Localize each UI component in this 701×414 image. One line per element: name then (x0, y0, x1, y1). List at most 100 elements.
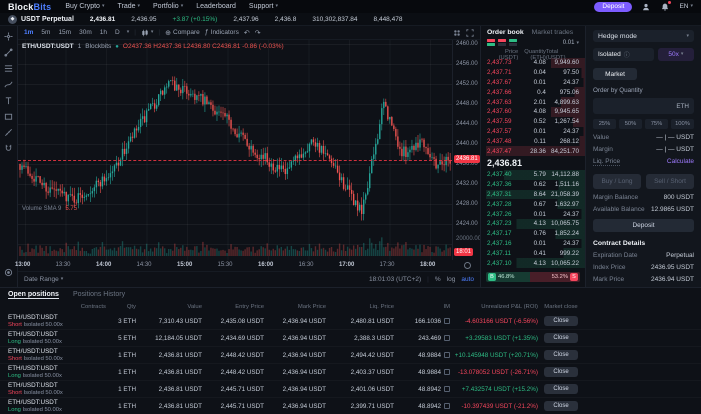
mark-price-row: Mark Price 2436.94 USDT (593, 276, 694, 283)
indicators-button[interactable]: ƒ Indicators (205, 29, 239, 36)
undo-button[interactable]: ↶ (244, 29, 250, 37)
leverage-button[interactable]: 50x ▾ (657, 48, 694, 61)
position-qty: 5 ETH (118, 334, 136, 342)
ask-row[interactable]: 2,437.73 4.08 9,949.60 (481, 58, 585, 68)
bid-row[interactable]: 2,437.10 4.13 10,065.22 (481, 258, 585, 268)
close-position-button[interactable]: Close (544, 367, 578, 377)
order-by-label[interactable]: Order by Quantity (593, 87, 694, 94)
hedge-mode-selector[interactable]: Hedge mode ▾ (593, 30, 694, 42)
bid-row[interactable]: 2,437.26 0.01 24.37 (481, 209, 585, 219)
sell-short-button[interactable]: Sell / Short (646, 174, 694, 189)
log-scale-button[interactable]: log (447, 276, 456, 283)
ask-row[interactable]: 2,437.67 0.01 24.37 (481, 77, 585, 88)
chart-plot-area[interactable]: ETH/USDT:USDT 1 Blockbits ● O2437.36 H24… (18, 40, 452, 260)
bid-row[interactable]: 2,437.16 0.01 24.37 (481, 238, 585, 249)
bid-row[interactable]: 2,437.17 0.76 1,852.24 (481, 228, 585, 239)
timeframe-button[interactable]: 30m (77, 29, 94, 36)
close-position-button[interactable]: Close (544, 350, 578, 360)
percent-scale-button[interactable]: % (435, 276, 441, 283)
candlestick-chart (19, 76, 451, 256)
positions-tab[interactable]: Positions History (73, 291, 125, 299)
bid-row[interactable]: 2,437.36 0.62 1,511.16 (481, 179, 585, 190)
date-range-button[interactable]: Date Range ▾ (24, 276, 63, 283)
redo-button[interactable]: ↷ (255, 29, 261, 37)
text-tool-icon[interactable] (4, 96, 13, 105)
brush-icon[interactable] (4, 80, 13, 89)
deposit-button[interactable]: Deposit (594, 1, 633, 12)
position-row: ETH/USDT:USDT Long Isolated 50.00x 1 ETH… (0, 398, 701, 414)
language-selector[interactable]: EN ▾ (679, 3, 693, 10)
buy-long-button[interactable]: Buy / Long (593, 174, 641, 189)
nav-item[interactable]: Buy Crypto ▾ (65, 3, 104, 10)
user-icon[interactable] (641, 2, 651, 12)
compare-button[interactable]: ⊕ Compare (165, 29, 200, 37)
panel-deposit-button[interactable]: Deposit (593, 219, 694, 232)
timeframe-button[interactable]: 1h (98, 29, 109, 36)
close-position-button[interactable]: Close (544, 316, 578, 326)
time-axis[interactable]: 13:00 13:30 14:00 14:30 15:00 15:30 16:00 16:30… (15, 260, 480, 272)
ask-row[interactable]: 2,437.47 28.36 84,251.70 (481, 146, 585, 156)
precision-selector[interactable]: 0.01 ▾ (563, 40, 579, 46)
legend-symbol[interactable]: ETH/USDT:USDT (22, 43, 74, 50)
timeframe-button[interactable]: D (113, 29, 122, 36)
percent-button[interactable]: 25% (593, 119, 616, 129)
view-bids-icon[interactable] (509, 39, 517, 47)
percent-button[interactable]: 50% (619, 119, 642, 129)
percent-button[interactable]: 100% (671, 119, 694, 129)
chart-type-selector[interactable]: ▾ (141, 29, 153, 37)
timeline-settings-icon[interactable] (464, 262, 471, 269)
ask-row[interactable]: 2,437.59 0.52 1,267.54 (481, 116, 585, 127)
view-both-icon[interactable] (487, 39, 495, 47)
orderbook-tab[interactable]: Order book (487, 29, 524, 36)
bid-row[interactable]: 2,437.11 0.41 999.22 (481, 248, 585, 259)
contract-selector[interactable]: USDT Perpetual (21, 16, 74, 23)
bid-row[interactable]: 2,437.31 8.64 21,058.39 (481, 189, 585, 200)
notifications-bell-icon[interactable] (660, 0, 672, 12)
position-mode: Isolated 50.00x (23, 321, 63, 328)
shapes-icon[interactable] (4, 112, 13, 121)
close-position-button[interactable]: Close (544, 333, 578, 343)
orderbook-tab[interactable]: Market trades (532, 29, 574, 36)
bid-row[interactable]: 2,437.40 5.79 14,112.88 (481, 169, 585, 180)
measure-icon[interactable] (4, 128, 13, 137)
ask-row[interactable]: 2,437.60 4.08 9,945.65 (481, 106, 585, 117)
mid-price[interactable]: 2,436.81 (481, 156, 585, 170)
ask-row[interactable]: 2,437.66 0.4 975.06 (481, 87, 585, 98)
price-axis[interactable]: 2460.00 2456.00 2452.00 2448.00 2444.00 2440.… (452, 40, 481, 260)
nav-item[interactable]: Trade ▾ (117, 3, 140, 10)
pin-icon[interactable] (4, 268, 13, 277)
logo[interactable]: BlockBits (8, 2, 51, 12)
ask-price: 2,437.48 (487, 137, 512, 145)
grid-layout-icon[interactable] (453, 29, 461, 37)
chevron-down-icon[interactable]: ▾ (127, 30, 130, 35)
timeframe-button[interactable]: 5m (39, 29, 52, 36)
ask-row[interactable]: 2,437.57 0.01 24.37 (481, 126, 585, 137)
view-asks-icon[interactable] (498, 39, 506, 47)
positions-column-header: Contracts (80, 304, 106, 310)
close-position-button[interactable]: Close (544, 401, 578, 411)
crosshair-icon[interactable] (4, 32, 13, 41)
percent-button[interactable]: 75% (645, 119, 668, 129)
magnet-icon[interactable] (4, 144, 13, 153)
ask-row[interactable]: 2,437.71 0.04 97.50 (481, 67, 585, 78)
nav-item[interactable]: Support ▾ (249, 3, 278, 10)
nav-item[interactable]: Leaderboard (196, 3, 236, 10)
order-type-market-tab[interactable]: Market (593, 68, 637, 80)
positions-tab[interactable]: Open positions (8, 291, 59, 299)
close-position-button[interactable]: Close (544, 384, 578, 394)
timeframe-button[interactable]: 1m (22, 29, 35, 36)
margin-mode-button[interactable]: Isolated ⓘ (593, 48, 654, 61)
fullscreen-icon[interactable] (466, 28, 474, 37)
ask-row[interactable]: 2,437.48 0.11 268.12 (481, 136, 585, 147)
trendline-icon[interactable] (4, 48, 13, 57)
fib-retracement-icon[interactable] (4, 64, 13, 73)
quantity-input[interactable] (598, 102, 677, 110)
bid-row[interactable]: 2,437.23 4.13 10,065.75 (481, 218, 585, 229)
timeframe-button[interactable]: 15m (56, 29, 73, 36)
bid-row[interactable]: 2,437.28 0.67 1,632.97 (481, 199, 585, 210)
nav-item[interactable]: Portfolio ▾ (153, 3, 183, 10)
ask-row[interactable]: 2,437.63 2.01 4,899.63 (481, 97, 585, 107)
market-status-dot: ● (115, 43, 119, 50)
calculate-link[interactable]: Calculate (667, 158, 694, 166)
auto-scale-button[interactable]: auto (461, 276, 474, 283)
